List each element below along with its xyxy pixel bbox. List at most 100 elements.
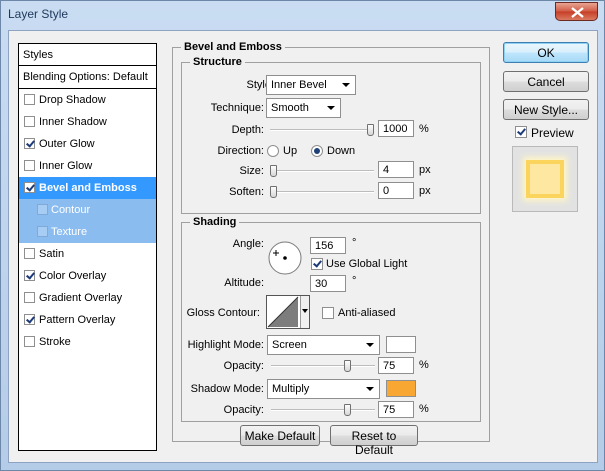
blending-options-item[interactable]: Blending Options: Default bbox=[19, 66, 156, 89]
technique-label: Technique: bbox=[210, 102, 264, 114]
style-item-gradient-overlay[interactable]: Gradient Overlay bbox=[19, 287, 156, 309]
style-item-checkbox[interactable] bbox=[24, 248, 35, 259]
chevron-down-icon bbox=[366, 343, 374, 347]
shadow-mode-select[interactable]: Multiply bbox=[267, 379, 380, 399]
highlight-mode-select[interactable]: Screen bbox=[267, 335, 380, 355]
shadow-opacity-unit: % bbox=[419, 403, 429, 415]
style-item-inner-glow[interactable]: Inner Glow bbox=[19, 155, 156, 177]
close-icon bbox=[571, 7, 584, 18]
style-item-checkbox[interactable] bbox=[24, 292, 35, 303]
style-item-checkbox[interactable] bbox=[24, 314, 35, 325]
highlight-opacity-slider[interactable] bbox=[271, 360, 375, 372]
angle-unit: ° bbox=[352, 237, 357, 249]
style-item-bevel-and-emboss[interactable]: Bevel and Emboss bbox=[19, 177, 156, 199]
cancel-button[interactable]: Cancel bbox=[503, 71, 589, 92]
size-slider[interactable] bbox=[270, 165, 374, 177]
soften-slider-thumb[interactable] bbox=[270, 186, 277, 198]
style-item-checkbox[interactable] bbox=[24, 270, 35, 281]
style-item-checkbox[interactable] bbox=[24, 160, 35, 171]
layer-style-window: Layer Style Styles Blending Options: Def… bbox=[0, 0, 605, 471]
structure-group: Structure Style: Inner Bevel Technique: … bbox=[181, 56, 481, 214]
window-title: Layer Style bbox=[8, 7, 69, 21]
direction-label: Direction: bbox=[217, 145, 264, 157]
preview-label: Preview bbox=[531, 126, 574, 140]
style-item-label: Outer Glow bbox=[39, 138, 95, 150]
technique-select-value: Smooth bbox=[271, 102, 309, 114]
size-input[interactable]: 4 bbox=[378, 161, 414, 178]
depth-slider-thumb[interactable] bbox=[367, 124, 374, 136]
style-item-pattern-overlay[interactable]: Pattern Overlay bbox=[19, 309, 156, 331]
altitude-input[interactable]: 30 bbox=[310, 275, 346, 292]
depth-unit: % bbox=[419, 123, 429, 135]
style-item-label: Stroke bbox=[39, 336, 71, 348]
global-light-label: Use Global Light bbox=[326, 258, 408, 270]
shadow-mode-value: Multiply bbox=[272, 383, 310, 395]
anti-aliased-label: Anti-aliased bbox=[338, 307, 396, 319]
styles-list: Styles Blending Options: Default Drop Sh… bbox=[18, 43, 157, 451]
highlight-mode-label: Highlight Mode: bbox=[187, 339, 264, 351]
global-light-checkbox[interactable] bbox=[311, 258, 323, 270]
style-item-checkbox[interactable] bbox=[24, 138, 35, 149]
depth-label: Depth: bbox=[231, 124, 264, 136]
shadow-opacity-input[interactable]: 75 bbox=[378, 401, 414, 418]
gloss-contour-dropdown[interactable] bbox=[300, 296, 309, 328]
shadow-opacity-slider[interactable] bbox=[271, 404, 375, 416]
soften-input[interactable]: 0 bbox=[378, 182, 414, 199]
depth-slider[interactable] bbox=[270, 124, 374, 136]
style-item-color-overlay[interactable]: Color Overlay bbox=[19, 265, 156, 287]
make-default-button[interactable]: Make Default bbox=[240, 425, 320, 446]
size-slider-thumb[interactable] bbox=[270, 165, 277, 177]
styles-header[interactable]: Styles bbox=[19, 44, 156, 66]
shadow-opacity-slider-thumb[interactable] bbox=[344, 404, 351, 416]
style-item-checkbox[interactable] bbox=[37, 204, 48, 215]
chevron-down-icon bbox=[342, 83, 350, 87]
angle-dial[interactable] bbox=[267, 240, 303, 276]
style-item-contour[interactable]: Contour bbox=[19, 199, 156, 221]
preview-checkbox[interactable] bbox=[515, 126, 527, 138]
direction-down-radio[interactable] bbox=[311, 145, 323, 157]
dialog-body: Styles Blending Options: Default Drop Sh… bbox=[8, 30, 598, 463]
style-item-checkbox[interactable] bbox=[24, 116, 35, 127]
style-select[interactable]: Inner Bevel bbox=[266, 75, 356, 95]
style-item-label: Drop Shadow bbox=[39, 94, 106, 106]
style-item-satin[interactable]: Satin bbox=[19, 243, 156, 265]
style-item-label: Satin bbox=[39, 248, 65, 260]
depth-input[interactable]: 1000 bbox=[378, 120, 414, 137]
style-item-label: Texture bbox=[51, 226, 88, 238]
style-item-checkbox[interactable] bbox=[24, 182, 35, 193]
gloss-contour-picker[interactable] bbox=[266, 295, 310, 329]
new-style-button[interactable]: New Style... bbox=[503, 99, 589, 120]
highlight-color-swatch[interactable] bbox=[386, 336, 416, 353]
contour-curve-icon bbox=[267, 296, 299, 328]
shading-title: Shading bbox=[190, 216, 240, 228]
style-item-texture[interactable]: Texture bbox=[19, 221, 156, 243]
shadow-color-swatch[interactable] bbox=[386, 380, 416, 397]
highlight-opacity-label: Opacity: bbox=[223, 360, 264, 372]
style-item-checkbox[interactable] bbox=[24, 94, 35, 105]
direction-up-radio[interactable] bbox=[267, 145, 279, 157]
bevel-emboss-group: Bevel and Emboss Structure Style: Inner … bbox=[172, 41, 490, 442]
altitude-label: Altitude: bbox=[224, 277, 264, 289]
highlight-mode-value: Screen bbox=[272, 339, 307, 351]
highlight-opacity-input[interactable]: 75 bbox=[378, 357, 414, 374]
style-item-stroke[interactable]: Stroke bbox=[19, 331, 156, 353]
style-item-label: Color Overlay bbox=[39, 270, 107, 282]
direction-down-label: Down bbox=[327, 145, 356, 157]
style-item-outer-glow[interactable]: Outer Glow bbox=[19, 133, 156, 155]
anti-aliased-checkbox[interactable] bbox=[322, 307, 334, 319]
shading-group: Shading Angle: 156 ° Use Global Light Al… bbox=[181, 216, 481, 422]
ok-button[interactable]: OK bbox=[503, 42, 589, 63]
structure-title: Structure bbox=[190, 56, 245, 68]
chevron-down-icon bbox=[327, 106, 335, 110]
close-button[interactable] bbox=[555, 2, 598, 21]
style-item-drop-shadow[interactable]: Drop Shadow bbox=[19, 89, 156, 111]
style-item-checkbox[interactable] bbox=[37, 226, 48, 237]
highlight-opacity-unit: % bbox=[419, 359, 429, 371]
style-item-inner-shadow[interactable]: Inner Shadow bbox=[19, 111, 156, 133]
soften-slider[interactable] bbox=[270, 186, 374, 198]
style-item-checkbox[interactable] bbox=[24, 336, 35, 347]
reset-to-default-button[interactable]: Reset to Default bbox=[330, 425, 418, 457]
angle-input[interactable]: 156 bbox=[310, 237, 346, 254]
technique-select[interactable]: Smooth bbox=[266, 98, 341, 118]
highlight-opacity-slider-thumb[interactable] bbox=[344, 360, 351, 372]
